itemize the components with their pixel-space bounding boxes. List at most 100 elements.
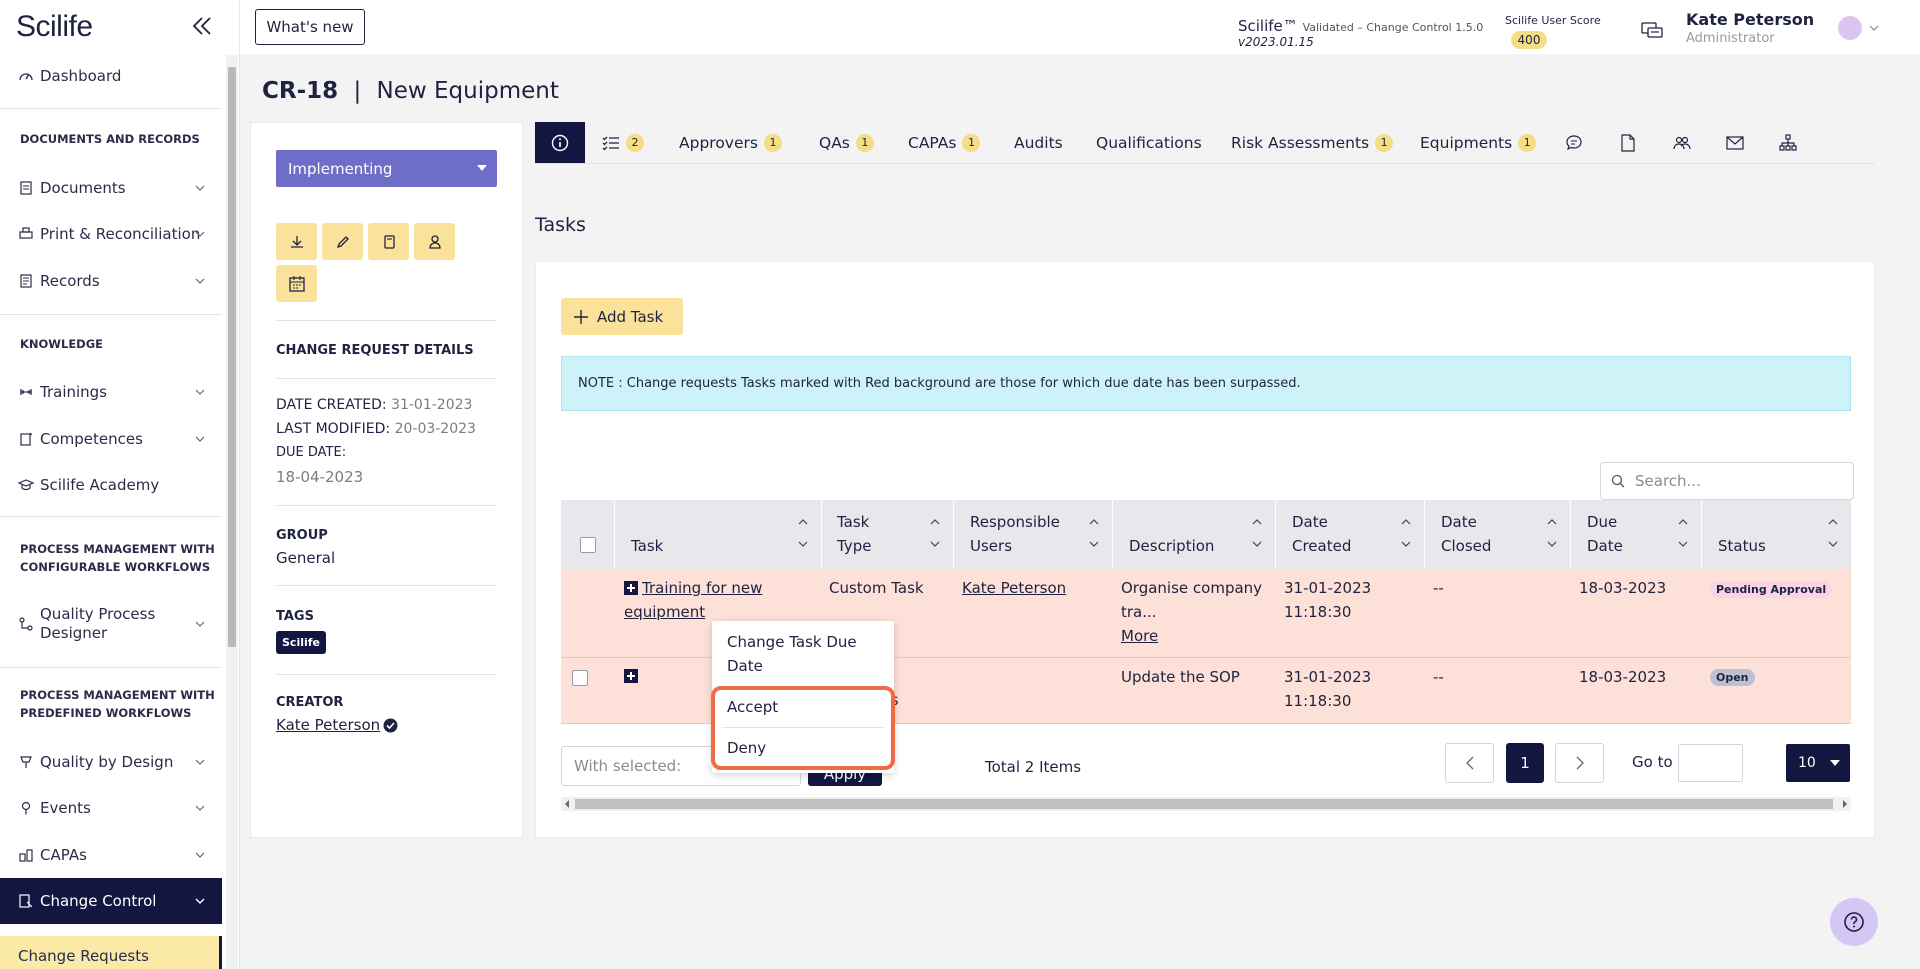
tab-audits[interactable]: Audits <box>1014 122 1063 163</box>
pencil-icon <box>335 234 351 250</box>
page-size-select[interactable]: 10 <box>1786 744 1850 782</box>
tab-qualifications[interactable]: Qualifications <box>1096 122 1202 163</box>
page-1-button[interactable]: 1 <box>1506 743 1544 783</box>
row-checkbox[interactable] <box>572 670 588 686</box>
sidebar-item-label: Change Requests <box>18 947 149 965</box>
sidebar-item-capas[interactable]: CAPAs <box>0 835 222 875</box>
change-task-due-date-option[interactable]: Change Task Due Date <box>712 630 862 678</box>
user-role: Administrator <box>1686 31 1775 46</box>
expand-row-icon[interactable] <box>624 669 638 683</box>
column-header-status[interactable]: Status <box>1702 500 1851 569</box>
date-created: 31-01-2023 11:18:30 <box>1284 668 1372 710</box>
select-all-checkbox[interactable] <box>580 537 596 553</box>
sidebar-scrollbar[interactable] <box>226 55 238 969</box>
sidebar-item-change-control[interactable]: Change Control <box>0 878 222 924</box>
sidebar-heading: PROCESS MANAGEMENT WITH CONFIGURABLE WOR… <box>20 542 215 574</box>
team-icon <box>1673 134 1691 152</box>
task-search[interactable] <box>1600 462 1854 500</box>
sidebar-item-change-requests[interactable]: Change Requests <box>0 936 222 969</box>
sidebar-item-competences[interactable]: Competences <box>0 419 222 459</box>
sort-icon[interactable] <box>1088 516 1100 550</box>
tab-team[interactable] <box>1673 122 1691 163</box>
sidebar-item-dashboard[interactable]: Dashboard <box>0 56 222 96</box>
tab-label: Risk Assessments <box>1231 133 1370 152</box>
sort-icon[interactable] <box>1827 516 1839 550</box>
download-button[interactable] <box>276 223 317 260</box>
tag-chip[interactable]: Scilife <box>276 631 327 654</box>
tab-equipments[interactable]: Equipments 1 <box>1420 122 1537 163</box>
task-description: Update the SOP <box>1121 668 1240 686</box>
tab-risk-assessments[interactable]: Risk Assessments 1 <box>1231 122 1394 163</box>
sidebar-item-quality-by-design[interactable]: Quality by Design <box>0 742 222 782</box>
creator-link[interactable]: Kate Peterson <box>276 716 380 734</box>
info-icon <box>551 134 569 152</box>
sidebar-item-label: Documents <box>40 179 126 197</box>
sidebar-item-quality-process-designer[interactable]: Quality Process Designer <box>0 602 222 646</box>
tab-hierarchy[interactable] <box>1779 122 1797 163</box>
sidebar-divider <box>0 314 222 315</box>
tab-documents[interactable] <box>1620 122 1636 163</box>
feedback-chat-icon[interactable] <box>1640 20 1664 42</box>
tab-qas[interactable]: QAs 1 <box>819 122 874 163</box>
column-header-label: Date Created <box>1292 513 1352 555</box>
horizontal-scrollbar-thumb[interactable] <box>575 799 1833 809</box>
column-header-label: Responsible Users <box>970 513 1060 555</box>
whats-new-button[interactable]: What's new <box>255 9 365 45</box>
tab-info[interactable] <box>535 122 585 163</box>
column-header-label: Task <box>631 537 664 555</box>
column-header-description[interactable]: Description <box>1113 500 1276 569</box>
horizontal-scrollbar[interactable] <box>561 797 1851 811</box>
sidebar-item-scilife-academy[interactable]: Scilife Academy <box>0 465 222 505</box>
sort-icon[interactable] <box>1251 516 1263 550</box>
add-task-button[interactable]: Add Task <box>561 298 683 335</box>
sort-icon[interactable] <box>797 516 809 550</box>
column-header-date-created[interactable]: Date Created <box>1276 500 1425 569</box>
more-link[interactable]: More <box>1121 624 1158 648</box>
sidebar-item-print-reconciliation[interactable]: Print & Reconciliation <box>0 214 222 254</box>
search-input[interactable] <box>1635 472 1835 490</box>
tab-tasks[interactable]: 2 <box>602 122 644 163</box>
next-page-button[interactable] <box>1555 743 1604 783</box>
sort-icon[interactable] <box>1546 516 1558 550</box>
sort-icon[interactable] <box>929 516 941 550</box>
column-header-task-type[interactable]: Task Type <box>822 500 954 569</box>
column-header-responsible-users[interactable]: Responsible Users <box>954 500 1113 569</box>
column-header-date-closed[interactable]: Date Closed <box>1425 500 1571 569</box>
sidebar-item-label: Dashboard <box>40 67 122 85</box>
help-button[interactable] <box>1830 898 1878 946</box>
product-name: Scilife™ Validated – Change Control 1.5.… <box>1238 17 1483 35</box>
avatar[interactable] <box>1838 16 1862 40</box>
column-header-due-date[interactable]: Due Date <box>1571 500 1702 569</box>
goto-page-input[interactable] <box>1678 744 1743 782</box>
sidebar-item-trainings[interactable]: Trainings <box>0 372 222 412</box>
sidebar-item-documents[interactable]: Documents <box>0 168 222 208</box>
sort-icon[interactable] <box>1400 516 1412 550</box>
chevron-down-icon[interactable] <box>1868 22 1880 34</box>
copy-button[interactable] <box>368 223 409 260</box>
scilife-logo[interactable]: Scilife <box>16 10 93 44</box>
tab-messages[interactable] <box>1726 122 1744 163</box>
scroll-left-icon[interactable] <box>563 797 571 811</box>
sort-icon[interactable] <box>1677 516 1689 550</box>
sidebar-scrollbar-thumb[interactable] <box>228 67 236 647</box>
tab-capas[interactable]: CAPAs 1 <box>908 122 981 163</box>
change-request-id: CR-18 <box>262 78 339 104</box>
prev-page-button[interactable] <box>1445 743 1494 783</box>
status-dropdown[interactable]: Implementing <box>276 150 497 187</box>
column-header-task[interactable]: Task <box>615 500 822 569</box>
assign-user-button[interactable] <box>414 223 455 260</box>
tab-comments[interactable] <box>1565 122 1583 163</box>
user-name[interactable]: Kate Peterson <box>1686 10 1814 29</box>
collapse-sidebar-icon[interactable] <box>190 14 214 38</box>
user-score-badge[interactable]: 400 <box>1511 31 1547 49</box>
tab-approvers[interactable]: Approvers 1 <box>679 122 782 163</box>
sidebar-item-label: Events <box>40 799 91 817</box>
sidebar-item-events[interactable]: Events <box>0 788 222 828</box>
pin-icon <box>18 800 34 816</box>
edit-button[interactable] <box>322 223 363 260</box>
task-link[interactable]: Training for new equipment <box>624 576 804 624</box>
calendar-button[interactable] <box>276 265 317 302</box>
sidebar-item-records[interactable]: Records <box>0 261 222 301</box>
scroll-right-icon[interactable] <box>1841 797 1849 811</box>
responsible-user-link[interactable]: Kate Peterson <box>962 576 1066 600</box>
